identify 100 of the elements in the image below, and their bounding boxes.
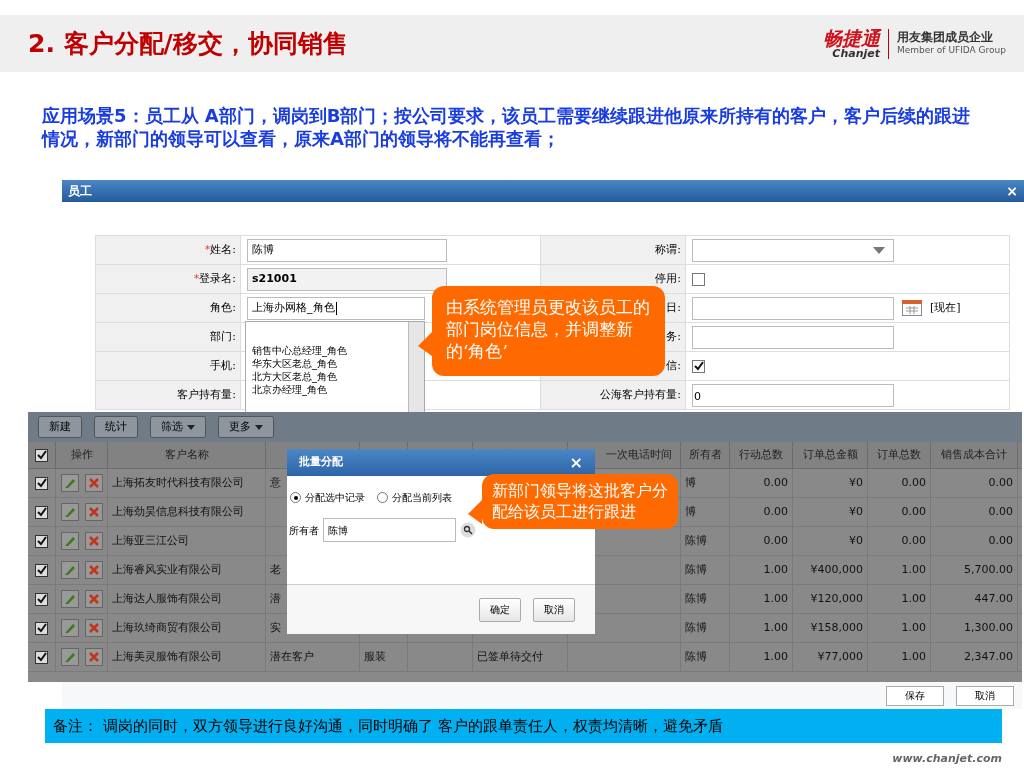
dialog-button[interactable]: 取消 bbox=[533, 597, 575, 622]
column-header[interactable]: 所有者 bbox=[688, 446, 722, 464]
table-cell-text: 已签单待交付 bbox=[477, 648, 543, 665]
table-cell-text: 陈博 bbox=[685, 532, 707, 549]
checkbox[interactable] bbox=[35, 476, 48, 490]
text-field[interactable]: 陈博 bbox=[247, 238, 447, 262]
column-header[interactable]: 一次电话时间 bbox=[606, 446, 672, 464]
callout-pointer bbox=[468, 500, 482, 524]
toolbar-button[interactable]: 新建 bbox=[38, 416, 82, 438]
table-cell-text: 2,347.00 bbox=[964, 648, 1013, 665]
column-header[interactable]: 销售成本合计 bbox=[941, 446, 1007, 464]
checkbox[interactable] bbox=[35, 505, 48, 519]
edit-icon[interactable] bbox=[60, 648, 79, 666]
now-link[interactable]: [现在] bbox=[930, 299, 961, 317]
table-cell-text: 意 bbox=[270, 474, 281, 491]
column-header[interactable]: 客户名称 bbox=[164, 446, 209, 464]
checkbox[interactable] bbox=[35, 534, 48, 548]
date-field[interactable] bbox=[692, 296, 894, 320]
edit-icon[interactable] bbox=[60, 561, 79, 579]
toolbar-button[interactable]: 更多 bbox=[218, 416, 274, 438]
required-mark: * bbox=[204, 241, 211, 258]
edit-icon[interactable] bbox=[60, 590, 79, 608]
table-cell-text: 0.00 bbox=[901, 503, 926, 520]
toolbar-button[interactable]: 统计 bbox=[94, 416, 138, 438]
dropdown-option[interactable]: 北方大区老总_角色 bbox=[252, 370, 408, 383]
dropdown-option[interactable]: 北京办经理_角色 bbox=[252, 383, 408, 396]
delete-icon[interactable] bbox=[84, 532, 103, 550]
field-label: 日: bbox=[666, 299, 681, 316]
column-header[interactable]: 操作 bbox=[70, 446, 93, 464]
delete-icon[interactable] bbox=[84, 648, 103, 666]
scrollbar[interactable] bbox=[408, 322, 424, 412]
table-cell-text: 上海达人服饰有限公司 bbox=[112, 590, 222, 607]
delete-icon[interactable] bbox=[84, 503, 103, 521]
checkbox[interactable] bbox=[692, 272, 705, 286]
close-button[interactable]: × bbox=[1006, 184, 1018, 198]
table-cell-text: 0.00 bbox=[763, 474, 788, 491]
field-label: 姓名: bbox=[210, 241, 236, 258]
table-cell-text: 上海亚三江公司 bbox=[112, 532, 189, 549]
table-cell-text: 1.00 bbox=[763, 648, 788, 665]
checkbox[interactable] bbox=[692, 359, 705, 373]
delete-icon[interactable] bbox=[84, 561, 103, 579]
table-cell-text: ¥158,000 bbox=[810, 619, 863, 636]
text-field[interactable]: s21001 bbox=[247, 267, 447, 291]
form-button[interactable]: 保存 bbox=[886, 685, 944, 706]
table-cell-text: 5,700.00 bbox=[964, 561, 1013, 578]
checkbox[interactable] bbox=[35, 592, 48, 606]
table-cell-text: 潜 bbox=[270, 590, 281, 607]
column-header[interactable]: 订单总金额 bbox=[802, 446, 858, 464]
column-header[interactable]: 行动总数 bbox=[739, 446, 783, 464]
checkbox[interactable] bbox=[35, 650, 48, 664]
group-name: 用友集团成员企业 bbox=[896, 30, 994, 46]
table-cell-text: 447.00 bbox=[974, 590, 1013, 607]
checkbox[interactable] bbox=[35, 448, 48, 462]
table-cell-text: 1.00 bbox=[763, 561, 788, 578]
table-cell-text: 1.00 bbox=[901, 590, 926, 607]
delete-icon[interactable] bbox=[84, 474, 103, 492]
table-cell-text: 潜在客户 bbox=[270, 648, 314, 665]
dialog-button[interactable]: 确定 bbox=[479, 597, 521, 622]
caret-icon bbox=[873, 246, 885, 254]
search-icon[interactable] bbox=[460, 522, 476, 538]
table-cell-text: 0.00 bbox=[763, 503, 788, 520]
radio-label: 分配选中记录 bbox=[305, 491, 365, 505]
table-cell-text: 陈博 bbox=[685, 561, 707, 578]
select-field[interactable] bbox=[692, 238, 894, 262]
text-field[interactable]: 0 bbox=[692, 383, 894, 407]
close-button[interactable]: × bbox=[569, 454, 583, 471]
dropdown-option[interactable]: 销售中心总经理_角色 bbox=[252, 344, 408, 357]
edit-icon[interactable] bbox=[60, 532, 79, 550]
footer-url: www.chanjet.com bbox=[892, 751, 1002, 767]
table-cell-text: 0.00 bbox=[901, 474, 926, 491]
table-cell-text: 上海拓友时代科技有限公司 bbox=[112, 474, 244, 491]
checkbox[interactable] bbox=[35, 563, 48, 577]
delete-icon[interactable] bbox=[84, 619, 103, 637]
form-button[interactable]: 取消 bbox=[956, 685, 1014, 706]
table-cell-text: 陈博 bbox=[685, 648, 707, 665]
owner-label: 所有者 bbox=[289, 523, 319, 538]
edit-icon[interactable] bbox=[60, 619, 79, 637]
edit-icon[interactable] bbox=[60, 503, 79, 521]
callout-bubble: 由系统管理员更改该员工的部门岗位信息，并调整新的‘角色’ bbox=[432, 286, 665, 376]
text-field[interactable] bbox=[692, 325, 894, 349]
callout-bubble: 新部门领导将这批客户分配给该员工进行跟进 bbox=[482, 474, 678, 529]
delete-icon[interactable] bbox=[84, 590, 103, 608]
table-cell-text: 1.00 bbox=[901, 561, 926, 578]
caret-icon bbox=[187, 424, 195, 430]
table-cell-text: 0.00 bbox=[988, 503, 1013, 520]
dropdown-option[interactable]: 华东大区老总_角色 bbox=[252, 357, 408, 370]
edit-icon[interactable] bbox=[60, 474, 79, 492]
owner-field[interactable]: 陈博 bbox=[323, 518, 456, 542]
table-cell-text: 上海美灵服饰有限公司 bbox=[112, 648, 222, 665]
table-cell-text: 实 bbox=[270, 619, 281, 636]
required-mark: * bbox=[193, 270, 200, 287]
calendar-icon[interactable] bbox=[902, 300, 922, 316]
column-header[interactable]: 订单总数 bbox=[877, 446, 921, 464]
radio-label: 分配当前列表 bbox=[392, 491, 452, 505]
combo-field[interactable]: 上海办网格_角色 bbox=[247, 296, 425, 320]
table-cell-text: ¥77,000 bbox=[817, 648, 863, 665]
table-cell-text: 0.00 bbox=[901, 532, 926, 549]
note-text: 备注： 调岗的同时，双方领导进行良好沟通，同时明确了 客户的跟单责任人，权责均清晰，避免矛盾 bbox=[53, 715, 723, 737]
checkbox[interactable] bbox=[35, 621, 48, 635]
toolbar-button[interactable]: 筛选 bbox=[150, 416, 206, 438]
